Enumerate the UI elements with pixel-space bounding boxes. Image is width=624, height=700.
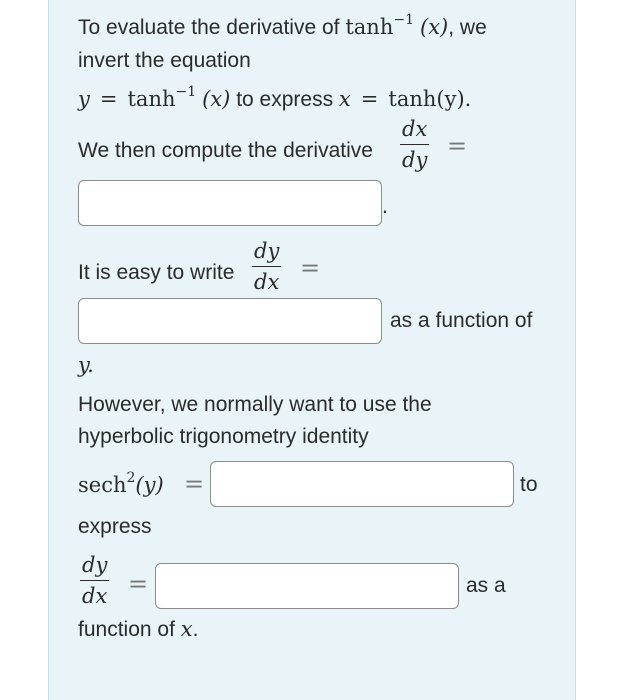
express-text: to express bbox=[230, 88, 339, 111]
function-of-text: function of bbox=[78, 618, 181, 641]
dy-dx-answer-input[interactable] bbox=[78, 298, 382, 344]
inverse-tanh-arg: (x) bbox=[420, 15, 449, 39]
var-y: y bbox=[78, 87, 90, 111]
however-text: However, we normally want to use the bbox=[78, 393, 432, 416]
function-of-x-line: function of x. bbox=[78, 616, 198, 643]
equals-sign: = bbox=[128, 570, 149, 598]
express-text: express bbox=[78, 515, 152, 538]
equation-line: y = tanh−1 (x) to express x = tanh(y). bbox=[78, 84, 472, 115]
derivative-text: We then compute the derivative bbox=[78, 139, 373, 162]
identity-text: hyperbolic trigonometry identity bbox=[78, 425, 369, 448]
dy-dx-final-fraction: dy dx bbox=[80, 552, 110, 609]
sech-func: sech bbox=[78, 473, 127, 497]
dy-dx-fraction: dy dx bbox=[252, 238, 282, 295]
inverse-exponent: −1 bbox=[175, 84, 197, 100]
period-text: . bbox=[382, 195, 388, 218]
var-y-period: y. bbox=[78, 353, 94, 377]
tanh-y-expression: tanh(y). bbox=[388, 87, 472, 111]
fraction-denominator: dy bbox=[402, 148, 428, 172]
fraction-bar bbox=[252, 266, 282, 267]
sech-arg: (y) bbox=[135, 473, 164, 497]
inverse-exponent: −1 bbox=[393, 12, 414, 28]
fraction-bar bbox=[80, 580, 110, 581]
sech-squared-answer-input[interactable] bbox=[210, 461, 514, 507]
final-derivative-answer-input[interactable] bbox=[155, 563, 459, 609]
equals-sign: = bbox=[184, 470, 205, 498]
intro-text: To evaluate the derivative of bbox=[78, 16, 346, 39]
equals-sign: = bbox=[300, 254, 321, 282]
fraction-numerator: dy bbox=[82, 553, 108, 577]
fraction-numerator: dy bbox=[254, 239, 280, 263]
equals-sign: = bbox=[447, 132, 468, 160]
dx-dy-answer-input[interactable] bbox=[78, 180, 382, 226]
to-text: to bbox=[520, 473, 538, 496]
var-x: x bbox=[338, 87, 351, 111]
equals-sign: = bbox=[99, 87, 118, 111]
dx-dy-fraction: dx dy bbox=[400, 116, 430, 173]
as-a-text: as a bbox=[466, 574, 506, 597]
easy-write-text: It is easy to write bbox=[78, 261, 235, 284]
fraction-bar bbox=[400, 144, 430, 145]
fraction-numerator: dx bbox=[402, 117, 428, 141]
fraction-denominator: dx bbox=[254, 270, 280, 294]
sech-identity: sech2(y) bbox=[78, 470, 164, 501]
intro-text-end: , we bbox=[448, 16, 487, 39]
squared-exponent: 2 bbox=[126, 470, 136, 486]
period-text: . bbox=[192, 618, 199, 641]
inverse-tanh-func: tanh bbox=[127, 87, 176, 111]
intro-line: To evaluate the derivative of tanh−1 (x),… bbox=[78, 12, 487, 43]
fraction-denominator: dx bbox=[82, 584, 108, 608]
var-x: x bbox=[180, 617, 193, 641]
function-of-text: as a function of bbox=[390, 309, 533, 332]
inverse-tanh-func: tanh bbox=[345, 15, 394, 39]
inverse-tanh-arg: (x) bbox=[202, 87, 231, 111]
invert-text: invert the equation bbox=[78, 49, 251, 72]
equals-sign: = bbox=[360, 87, 379, 111]
